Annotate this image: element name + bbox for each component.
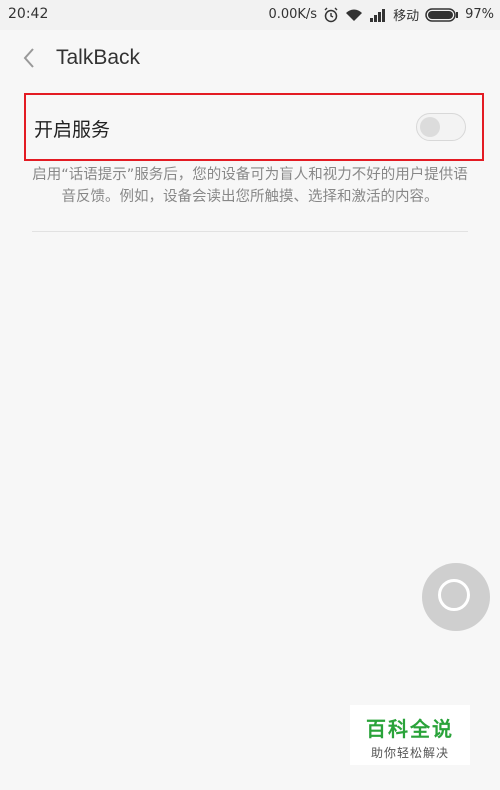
page-title: TalkBack	[56, 46, 141, 69]
enable-service-row[interactable]: 开启服务	[24, 93, 484, 161]
watermark-title: 百科全说	[366, 717, 454, 741]
alarm-icon	[323, 7, 339, 23]
status-time: 20:42	[8, 6, 49, 22]
toggle-knob	[420, 117, 440, 137]
wifi-icon	[345, 8, 363, 22]
signal-icon	[369, 8, 387, 22]
floating-assist-button[interactable]	[422, 563, 490, 631]
status-right: 0.00K/s 移动 97%	[268, 5, 494, 24]
watermark-logo: 百科全说 助你轻松解决	[350, 705, 470, 765]
enable-service-toggle[interactable]	[416, 113, 466, 141]
service-description: 启用“话语提示”服务后，您的设备可为盲人和视力不好的用户提供语音反馈。例如，设备…	[32, 167, 468, 205]
battery-level: 97%	[465, 7, 494, 22]
app-bar: TalkBack	[0, 30, 500, 90]
battery-icon	[425, 7, 459, 22]
circle-icon	[438, 579, 470, 611]
network-speed: 0.00K/s	[268, 7, 318, 22]
back-button[interactable]	[14, 46, 44, 74]
chevron-left-icon	[22, 47, 36, 73]
divider	[32, 231, 468, 232]
enable-service-label: 开启服务	[34, 119, 111, 141]
status-bar: 20:42 0.00K/s 移动 97%	[0, 0, 500, 30]
carrier: 移动	[393, 9, 420, 24]
watermark-subtitle: 助你轻松解决	[370, 746, 449, 760]
